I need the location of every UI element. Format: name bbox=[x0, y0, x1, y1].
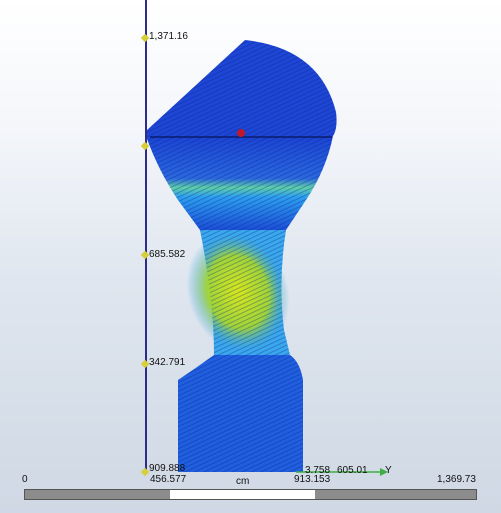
scale-label: 1,369.73 bbox=[437, 474, 476, 485]
scale-unit: cm bbox=[236, 476, 250, 487]
vector-field-model[interactable] bbox=[0, 0, 501, 513]
axis-tick-label: 1,371.16 bbox=[149, 31, 188, 42]
scale-label: 913.153 bbox=[294, 474, 331, 485]
vertical-axis-line bbox=[145, 0, 147, 472]
horizontal-axis-label: 605.01 bbox=[337, 465, 368, 476]
axis-origin-label: 909.888 bbox=[149, 463, 186, 474]
scale-label: 456.577 bbox=[150, 474, 187, 485]
model-marker bbox=[237, 129, 245, 137]
scale-bar bbox=[24, 489, 477, 500]
3d-viewport[interactable]: 1,371.16 685.582 342.791 909.888 3.758 6… bbox=[0, 0, 501, 513]
scale-label: 0 bbox=[22, 474, 28, 485]
axis-tick-label: 685.582 bbox=[149, 249, 186, 260]
y-axis-name: Y bbox=[385, 465, 392, 476]
axis-tick-label: 342.791 bbox=[149, 357, 186, 368]
